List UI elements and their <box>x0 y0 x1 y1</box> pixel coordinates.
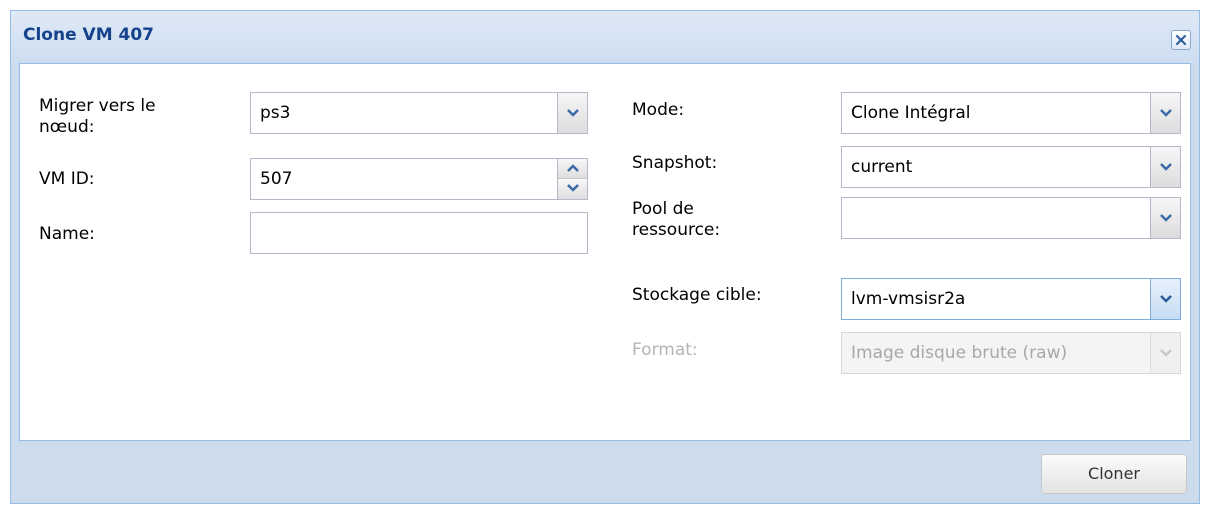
dialog-title: Clone VM 407 <box>23 25 155 45</box>
vm-id-increment-button[interactable] <box>557 159 587 179</box>
name-label: Name: <box>39 224 95 244</box>
close-icon <box>1176 35 1186 45</box>
name-input[interactable] <box>250 212 588 254</box>
snapshot-value: current <box>851 157 913 177</box>
resource-pool-combobox[interactable] <box>841 197 1181 239</box>
chevron-down-icon <box>567 109 579 117</box>
vm-id-decrement-button[interactable] <box>557 179 587 199</box>
chevron-down-icon <box>1160 295 1172 303</box>
target-node-value: ps3 <box>260 103 291 123</box>
snapshot-combobox[interactable]: current <box>841 146 1181 188</box>
target-storage-combobox[interactable]: lvm-vmsisr2a <box>841 278 1181 320</box>
chevron-down-icon <box>1160 109 1172 117</box>
mode-value: Clone Intégral <box>851 103 971 123</box>
format-value: Image disque brute (raw) <box>851 343 1068 363</box>
resource-pool-label: Pool de ressource: <box>632 199 721 240</box>
chevron-up-icon <box>567 164 579 172</box>
close-button[interactable] <box>1171 30 1191 50</box>
chevron-down-icon <box>1160 214 1172 222</box>
target-storage-label: Stockage cible: <box>632 285 762 305</box>
mode-label: Mode: <box>632 100 685 120</box>
resource-pool-dropdown-trigger[interactable] <box>1150 198 1180 238</box>
target-node-label: Migrer vers le nœud: <box>39 96 156 137</box>
chevron-down-icon <box>1160 163 1172 171</box>
chevron-down-icon <box>1160 349 1172 357</box>
mode-dropdown-trigger[interactable] <box>1150 93 1180 133</box>
snapshot-dropdown-trigger[interactable] <box>1150 147 1180 187</box>
dialog-titlebar[interactable]: Clone VM 407 <box>11 11 1199 63</box>
dialog-body: Migrer vers le nœud: ps3 VM ID: 507 Name… <box>19 63 1191 441</box>
format-dropdown-trigger <box>1150 333 1180 373</box>
target-storage-value: lvm-vmsisr2a <box>851 289 966 309</box>
vm-id-value: 507 <box>260 169 293 189</box>
format-label: Format: <box>632 340 698 360</box>
chevron-down-icon <box>567 184 579 192</box>
target-storage-dropdown-trigger[interactable] <box>1150 279 1180 319</box>
target-node-dropdown-trigger[interactable] <box>557 93 587 133</box>
clone-vm-dialog: Clone VM 407 Migrer vers le nœud: ps3 VM… <box>10 10 1200 504</box>
vm-id-label: VM ID: <box>39 169 95 189</box>
snapshot-label: Snapshot: <box>632 153 718 173</box>
clone-button[interactable]: Cloner <box>1041 454 1187 494</box>
mode-combobox[interactable]: Clone Intégral <box>841 92 1181 134</box>
format-combobox: Image disque brute (raw) <box>841 332 1181 374</box>
vm-id-spinner[interactable]: 507 <box>250 158 588 200</box>
target-node-combobox[interactable]: ps3 <box>250 92 588 134</box>
